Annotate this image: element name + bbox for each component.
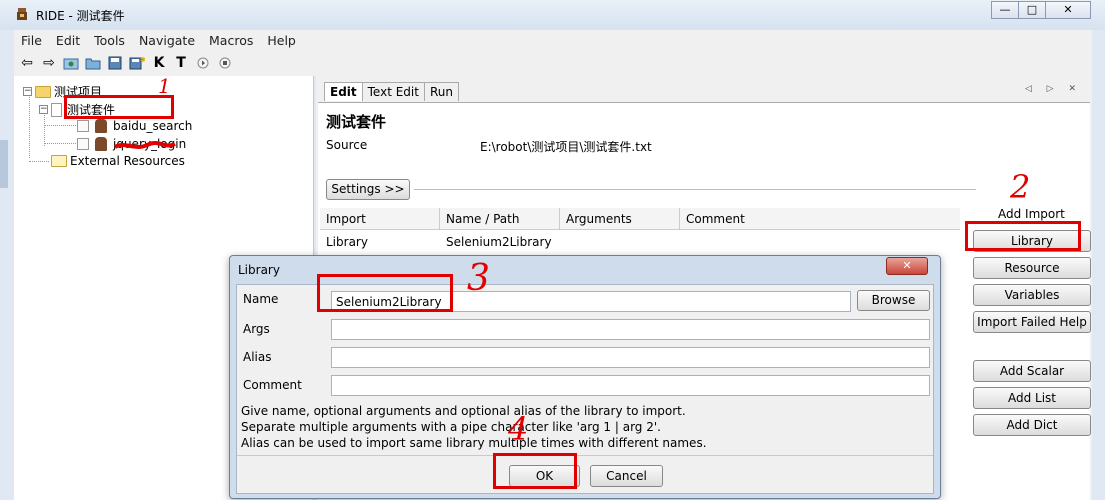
left-window-edge (0, 30, 14, 500)
import-failed-help-button[interactable]: Import Failed Help (973, 311, 1091, 333)
menu-edit[interactable]: Edit (49, 33, 87, 48)
args-label: Args (243, 322, 270, 336)
alias-label: Alias (243, 350, 272, 364)
annotation-box-ok (493, 453, 577, 489)
tree-item-external-resources[interactable]: External Resources (48, 154, 185, 168)
annotation-number: 1 (158, 74, 171, 98)
help-text-line: Alias can be used to import same library… (241, 436, 707, 450)
help-text-line: Separate multiple arguments with a pipe … (241, 420, 661, 434)
annotation-box-library (965, 221, 1081, 251)
browse-button[interactable]: Browse (857, 290, 930, 311)
tab-text-edit[interactable]: Text Edit (361, 82, 425, 101)
menu-tools[interactable]: Tools (87, 33, 132, 48)
ride-app-icon (17, 8, 27, 20)
run-icon[interactable] (192, 53, 214, 73)
dialog-divider (237, 455, 933, 456)
alias-input[interactable] (331, 347, 930, 368)
test-case-icon (95, 119, 107, 133)
import-type-cell[interactable]: Library (320, 231, 440, 253)
menu-navigate[interactable]: Navigate (132, 33, 202, 48)
open-suite-icon[interactable] (60, 53, 82, 73)
menu-help[interactable]: Help (260, 33, 303, 48)
window-title: RIDE - 测试套件 (36, 9, 125, 23)
redaction-scribble (113, 141, 176, 149)
window-controls: — □ ✕ (991, 1, 1091, 19)
external-resources-icon (51, 155, 67, 167)
search-tests-icon[interactable]: T (170, 53, 192, 73)
external-resources-label: External Resources (70, 154, 185, 168)
settings-divider (414, 189, 976, 190)
suite-heading: 测试套件 (326, 113, 387, 131)
add-import-label: Add Import (998, 207, 1065, 221)
collapse-icon[interactable]: − (39, 105, 48, 114)
import-table-header: Import Name / Path Arguments Comment (320, 208, 960, 230)
annotation-box-name (317, 274, 453, 312)
tree-guide-line (29, 94, 30, 158)
folder-icon (35, 85, 51, 98)
toolbar: ⇦ ⇨ ✱ K T (14, 50, 1092, 76)
save-all-icon[interactable]: ✱ (126, 53, 148, 73)
stop-icon[interactable] (214, 53, 236, 73)
menu-file[interactable]: File (14, 33, 49, 48)
add-scalar-button[interactable]: Add Scalar (973, 360, 1091, 382)
tree-guide-line (29, 161, 49, 162)
dialog-title: Library (238, 263, 280, 277)
tree-item-test[interactable]: jquery_login (77, 137, 186, 151)
dialog-body: Name Browse Args Alias Comment Give name… (236, 284, 934, 494)
test-label: baidu_search (113, 119, 193, 133)
search-keywords-icon[interactable]: K (148, 53, 170, 73)
tree-item-test[interactable]: baidu_search (77, 119, 192, 133)
column-header: Arguments (560, 208, 680, 229)
import-comment-cell[interactable] (680, 231, 960, 253)
annotation-number: 2 (1010, 168, 1031, 206)
column-header: Import (320, 208, 440, 229)
help-text-line: Give name, optional arguments and option… (241, 404, 686, 418)
close-window-button[interactable]: ✕ (1045, 1, 1091, 19)
args-input[interactable] (331, 319, 930, 340)
minimize-button[interactable]: — (991, 1, 1019, 19)
menu-macros[interactable]: Macros (202, 33, 260, 48)
test-checkbox[interactable] (77, 120, 89, 132)
variables-button[interactable]: Variables (973, 284, 1091, 306)
save-icon[interactable] (104, 53, 126, 73)
import-name-cell[interactable]: Selenium2Library (440, 231, 560, 253)
tree-guide-line (44, 143, 76, 144)
test-case-icon (95, 137, 107, 151)
tab-navigation-icons[interactable]: ◁ ▷ ✕ (1025, 84, 1082, 94)
window-titlebar: RIDE - 测试套件 — □ ✕ (0, 0, 1105, 30)
left-edge-handle (0, 140, 8, 188)
name-label: Name (243, 292, 279, 306)
maximize-button[interactable]: □ (1018, 1, 1046, 19)
tab-run[interactable]: Run (423, 82, 459, 101)
table-row[interactable]: Library Selenium2Library (320, 231, 960, 253)
back-arrow-icon[interactable]: ⇦ (16, 53, 38, 73)
annotation-number: 3 (467, 258, 490, 299)
resource-button[interactable]: Resource (973, 257, 1091, 279)
comment-label: Comment (243, 378, 302, 392)
annotation-box-suite (64, 95, 174, 119)
open-directory-icon[interactable] (82, 53, 104, 73)
add-dict-button[interactable]: Add Dict (973, 414, 1091, 436)
column-header: Comment (686, 212, 745, 226)
column-header: Name / Path (440, 208, 560, 229)
settings-button[interactable]: Settings >> (326, 179, 410, 200)
tab-edit[interactable]: Edit (324, 82, 363, 101)
menu-bar: File Edit Tools Navigate Macros Help (14, 30, 1092, 50)
svg-text:✱: ✱ (140, 56, 145, 64)
dialog-close-button[interactable]: ✕ (886, 257, 928, 275)
annotation-number: 4 (508, 410, 529, 448)
import-args-cell[interactable] (560, 231, 680, 253)
forward-arrow-icon[interactable]: ⇨ (38, 53, 60, 73)
file-icon (51, 102, 62, 117)
source-label: Source (326, 138, 368, 152)
tree-guide-line (44, 125, 76, 126)
collapse-icon[interactable]: − (23, 87, 32, 96)
source-path: E:\robot\测试项目\测试套件.txt (480, 140, 652, 154)
cancel-button[interactable]: Cancel (590, 465, 663, 487)
test-checkbox[interactable] (77, 138, 89, 150)
editor-tabs: Edit Text Edit Run (324, 82, 459, 101)
comment-input[interactable] (331, 375, 930, 396)
add-list-button[interactable]: Add List (973, 387, 1091, 409)
